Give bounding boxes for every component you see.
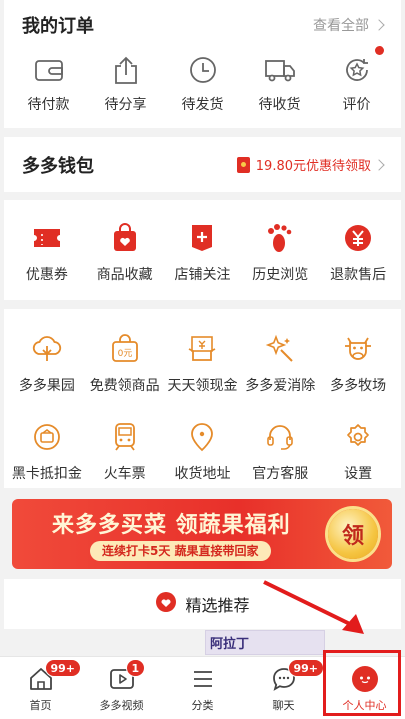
train-icon [88,419,162,455]
view-all-label: 查看全部 [313,18,369,34]
service-orchard[interactable]: 多多果园 [10,331,84,395]
banner-title: 来多多买菜 领蔬果福利 [52,513,291,538]
service-label: 免费领商品 [89,378,160,394]
clock-icon [168,50,238,90]
service-label: 天天领现金 [167,378,238,394]
services-card: 多多果园 0元 免费领商品 天天领现金 多多爱消除 多多牧场 黑卡抵扣金 火车票… [4,309,401,488]
shortcut-refund[interactable]: 退款售后 [321,220,395,284]
video-icon [81,665,162,693]
order-item-label: 评价 [342,97,371,113]
shortcut-favorites[interactable]: 商品收藏 [88,220,162,284]
free-bag-text: 0元 [117,349,132,359]
chevron-right-icon [373,19,385,31]
recommend-section: 精选推荐 [4,579,401,629]
wallet-title: 多多钱包 [22,155,94,177]
tab-label: 首页 [29,699,52,712]
shortcut-label: 店铺关注 [174,267,231,283]
headset-icon [243,419,317,455]
service-addresses[interactable]: 收货地址 [165,419,239,483]
service-label: 收货地址 [174,466,231,482]
claim-coin-button[interactable]: 领 [328,509,378,559]
tab-label: 聊天 [272,699,295,712]
service-black-card[interactable]: 黑卡抵扣金 [10,419,84,483]
shortcut-label: 商品收藏 [96,267,153,283]
shortcut-history[interactable]: 历史浏览 [243,220,317,284]
highlight-box [323,650,401,716]
red-envelope-icon [236,156,250,173]
service-label: 设置 [344,466,373,482]
product-thumbnail[interactable]: 阿拉丁 [205,630,325,655]
product-thumbnail-text: 阿拉丁 [210,637,250,652]
orders-header: 我的订单 查看全部 [4,0,401,50]
shortcut-followed-shops[interactable]: 店铺关注 [165,220,239,284]
refund-icon [321,220,395,256]
review-notification-dot [374,46,384,55]
sparkle-icon [243,331,317,367]
tab-badge: 99+ [44,659,82,677]
chevron-right-icon [373,158,385,171]
free-bag-icon: 0元 [88,331,162,367]
order-item-label: 待付款 [27,97,70,113]
tab-label: 多多视频 [99,699,144,712]
orders-title: 我的订单 [22,16,94,37]
service-free-goods[interactable]: 0元 免费领商品 [88,331,162,395]
recommend-label: 精选推荐 [185,596,250,615]
wallet-card[interactable]: 多多钱包 19.80元优惠待领取 [4,137,401,192]
tab-badge: 1 [125,659,146,677]
order-review[interactable]: 评价 [322,46,392,114]
service-train-tickets[interactable]: 火车票 [88,419,162,483]
service-label: 多多牧场 [330,378,387,394]
shortcuts-card: 优惠券 商品收藏 店铺关注 历史浏览 退款售后 [4,200,401,300]
service-label: 多多果园 [18,378,75,394]
order-pending-payment[interactable]: 待付款 [14,50,84,114]
bag-heart-icon [88,220,162,256]
service-label: 火车票 [103,466,146,482]
shortcut-coupons[interactable]: 优惠券 [10,220,84,284]
shortcut-label: 退款售后 [330,267,387,283]
share-icon [91,50,161,90]
service-customer-support[interactable]: 官方客服 [243,419,317,483]
cash-icon [165,331,239,367]
heart-badge-icon [155,591,177,617]
shortcut-label: 优惠券 [25,267,68,283]
shortcut-label: 历史浏览 [252,267,309,283]
tree-icon [10,331,84,367]
order-item-label: 待收货 [258,97,301,113]
tab-chat[interactable]: 99+ 聊天 [243,657,325,719]
grocery-promo-banner[interactable]: 来多多买菜 领蔬果福利 连续打卡5天 蔬果直接带回家 领 [12,499,392,569]
wallet-icon [14,50,84,90]
service-label: 官方客服 [252,466,309,482]
list-icon [162,665,243,693]
service-ranch[interactable]: 多多牧场 [321,331,395,395]
coupon-icon [10,220,84,256]
order-item-label: 待发货 [181,97,224,113]
order-pending-share[interactable]: 待分享 [91,50,161,114]
card-icon [10,419,84,455]
cow-icon [321,331,395,367]
order-pending-receipt[interactable]: 待收货 [245,50,315,114]
tab-home[interactable]: 99+ 首页 [0,657,82,719]
service-label: 多多爱消除 [245,378,316,394]
tab-badge: 99+ [287,659,325,677]
wallet-promo-text: 19.80元优惠待领取 [255,159,371,174]
service-settings[interactable]: 设置 [321,419,395,483]
banner-subtitle: 连续打卡5天 蔬果直接带回家 [90,541,271,561]
service-match-game[interactable]: 多多爱消除 [243,331,317,395]
service-daily-cash[interactable]: 天天领现金 [165,331,239,395]
orders-card: 我的订单 查看全部 待付款 待分享 待发货 待收货 评价 [4,0,401,128]
tab-label: 分类 [191,699,214,712]
truck-icon [245,50,315,90]
shop-plus-icon [165,220,239,256]
location-icon [165,419,239,455]
tab-categories[interactable]: 分类 [162,657,243,719]
view-all-orders-link[interactable]: 查看全部 [313,15,385,35]
footprint-icon [243,220,317,256]
wallet-promo-link[interactable]: 19.80元优惠待领取 [236,155,385,174]
gear-icon [321,419,395,455]
service-label: 黑卡抵扣金 [11,466,82,482]
tab-videos[interactable]: 1 多多视频 [81,657,162,719]
review-icon [322,50,392,90]
order-item-label: 待分享 [104,97,147,113]
order-pending-shipment[interactable]: 待发货 [168,50,238,114]
